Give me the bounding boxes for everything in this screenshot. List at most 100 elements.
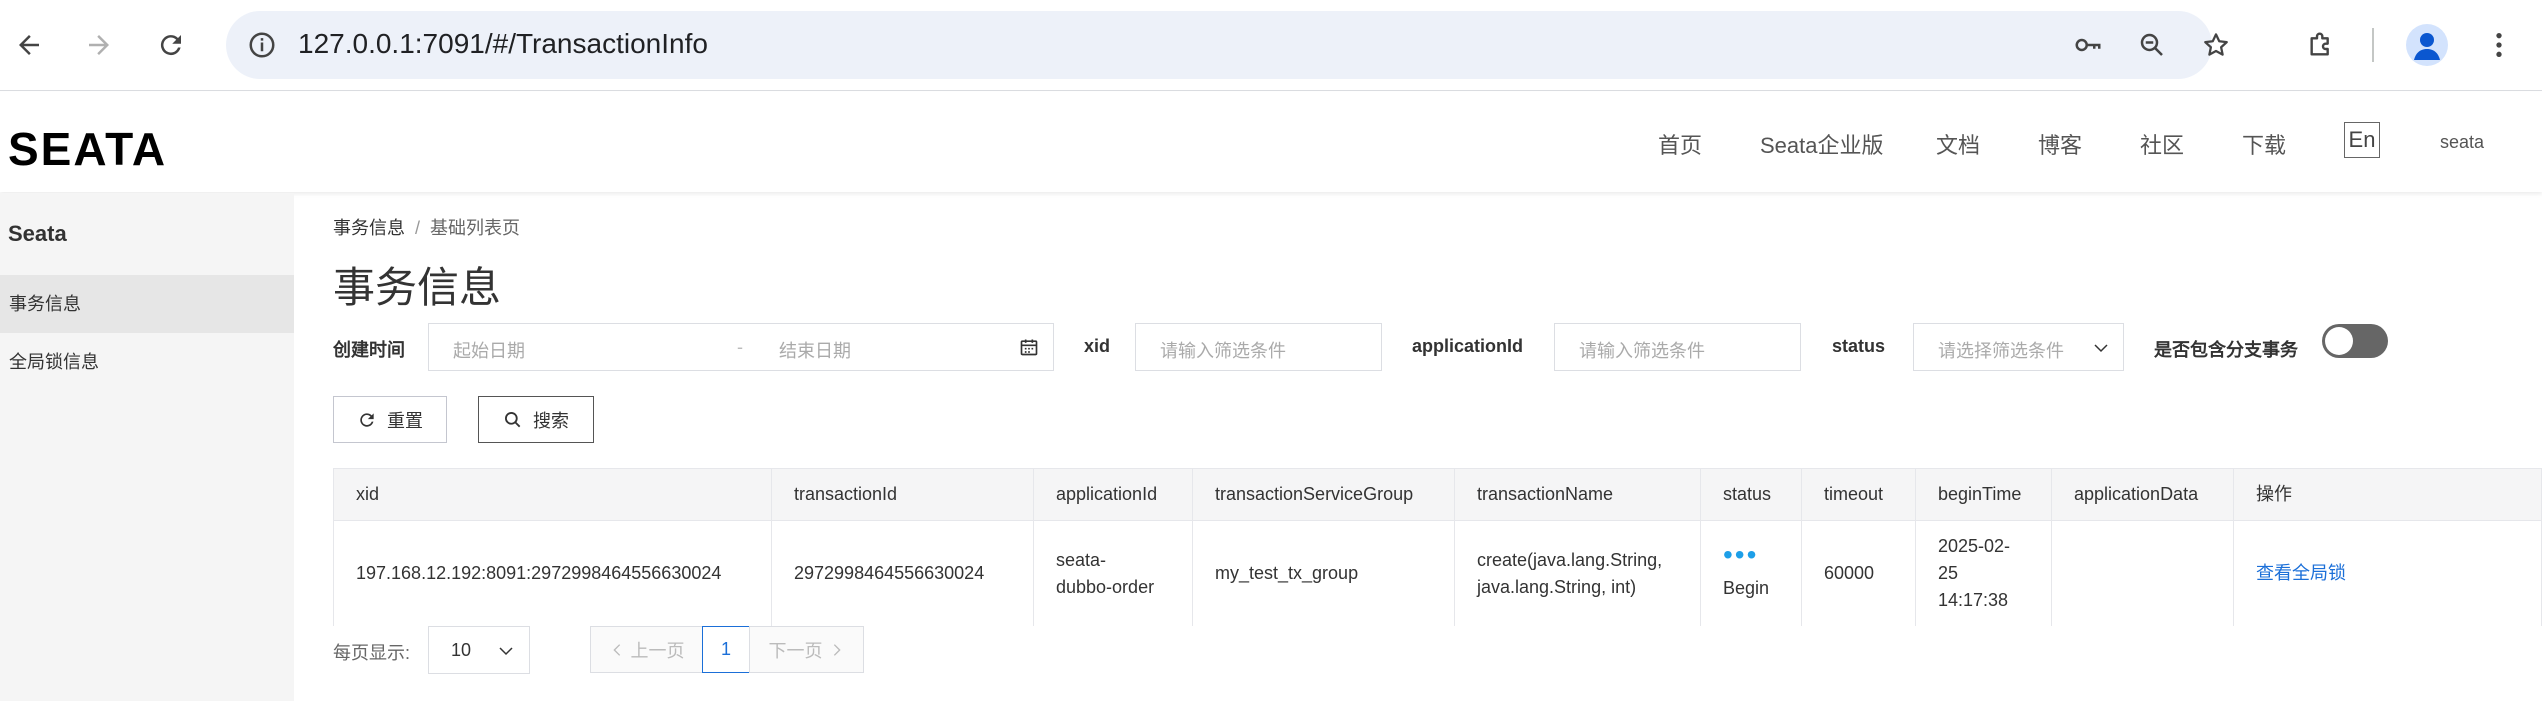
begin-time-line3: 14:17:38 (1938, 590, 2009, 610)
sidebar-title: Seata (8, 221, 67, 246)
extensions-button[interactable] (2298, 22, 2344, 68)
breadcrumb-current: 基础列表页 (430, 218, 521, 238)
nav-enterprise[interactable]: Seata企业版 (1760, 128, 1884, 160)
user-name[interactable]: seata (2440, 132, 2484, 153)
col-action: 操作 (2256, 484, 2292, 504)
puzzle-icon (2310, 32, 2329, 56)
col-status: status (1701, 469, 1802, 520)
page-size-select[interactable]: 10 (428, 626, 530, 674)
application-id-placeholder: 请输入筛选条件 (1579, 341, 1705, 361)
cell-xid: 197.168.12.192:8091:2972998464556630024 (334, 521, 772, 626)
create-time-label: 创建时间 (333, 340, 405, 360)
sidebar: Seata 事务信息 全局锁信息 (0, 193, 294, 701)
page-size-value: 10 (451, 640, 472, 660)
status-indicator-icon: ••• (1723, 539, 1759, 570)
back-button[interactable] (6, 22, 52, 68)
address-bar[interactable]: 127.0.0.1:7091/#/TransactionInfo (226, 11, 2228, 79)
end-date-input[interactable]: 结束日期 (779, 337, 851, 363)
range-separator: - (737, 337, 743, 357)
breadcrumb-parent[interactable]: 事务信息 (333, 218, 405, 238)
sidebar-item-transaction-info[interactable]: 事务信息 (0, 275, 294, 333)
page-title: 事务信息 (333, 264, 502, 311)
application-id-line1: seata- (1056, 549, 1107, 570)
person-icon (2414, 33, 2440, 60)
reset-button[interactable]: 重置 (333, 396, 447, 443)
col-xid: xid (334, 469, 772, 520)
transaction-name-line2: java.lang.String, int) (1477, 576, 1637, 597)
search-button[interactable]: 搜索 (478, 396, 594, 443)
prev-page-label: 上一页 (630, 640, 685, 661)
url-text[interactable]: 127.0.0.1:7091/#/TransactionInfo (298, 28, 708, 60)
col-transaction-id: transactionId (772, 469, 1034, 520)
page-number-current[interactable]: 1 (702, 626, 750, 673)
application-id-line2: dubbo-order (1056, 576, 1155, 597)
seata-logo[interactable]: SEATA (8, 122, 167, 176)
next-page-label: 下一页 (768, 640, 823, 661)
reload-button[interactable] (148, 22, 194, 68)
arrow-left-icon (19, 35, 39, 55)
col-timeout: timeout (1802, 469, 1916, 520)
transaction-name-line1: create(java.lang.String, (1477, 549, 1663, 570)
status-text: Begin (1723, 578, 1770, 598)
search-label: 搜索 (533, 410, 569, 431)
more-vert-icon (2496, 33, 2502, 57)
prev-page-button[interactable]: 上一页 (590, 626, 703, 673)
chevron-left-icon (612, 643, 620, 656)
cell-action: 查看全局锁 (2234, 521, 2542, 626)
sidebar-item-global-lock-info[interactable]: 全局锁信息 (0, 333, 294, 391)
nav-docs[interactable]: 文档 (1936, 128, 1980, 160)
chevron-down-icon (2094, 344, 2108, 353)
zoom-icon[interactable] (2132, 25, 2172, 65)
cell-application-id: seata- dubbo-order (1034, 521, 1193, 626)
reload-icon (160, 35, 181, 56)
transaction-table: xid transactionId applicationId transact… (333, 468, 2542, 626)
status-placeholder: 请选择筛选条件 (1938, 341, 2064, 361)
site-info-icon[interactable] (242, 25, 282, 65)
xid-input[interactable]: 请输入筛选条件 (1135, 323, 1382, 371)
nav-community[interactable]: 社区 (2140, 128, 2184, 160)
chevron-down-icon (499, 647, 513, 656)
bookmark-star-icon[interactable] (2196, 25, 2236, 65)
col-transaction-name: transactionName (1455, 469, 1701, 520)
search-icon (505, 411, 521, 427)
col-application-data: applicationData (2052, 469, 2234, 520)
cell-begin-time: 2025-02- 25 14:17:38 (1916, 521, 2052, 626)
forward-button[interactable] (76, 22, 122, 68)
xid-placeholder: 请输入筛选条件 (1160, 341, 1286, 361)
application-id-input[interactable]: 请输入筛选条件 (1554, 323, 1801, 371)
begin-time-line1: 2025-02- (1938, 536, 2011, 556)
language-toggle[interactable]: En (2344, 122, 2380, 158)
status-label: status (1832, 336, 1886, 356)
next-page-button[interactable]: 下一页 (749, 626, 864, 673)
table-header: xid transactionId applicationId transact… (334, 469, 2541, 521)
table-row: 197.168.12.192:8091:2972998464556630024 … (334, 521, 2541, 626)
include-branch-label: 是否包含分支事务 (2154, 340, 2298, 360)
cell-transaction-id: 2972998464556630024 (772, 521, 1034, 626)
start-date-input[interactable]: 起始日期 (453, 337, 525, 363)
refresh-icon (360, 412, 374, 427)
breadcrumb-separator: / (415, 218, 421, 238)
password-key-icon[interactable] (2068, 25, 2108, 65)
breadcrumb: 事务信息 / 基础列表页 (333, 214, 520, 240)
reset-label: 重置 (387, 410, 423, 431)
nav-blog[interactable]: 博客 (2038, 128, 2082, 160)
view-global-lock-link[interactable]: 查看全局锁 (2256, 560, 2346, 587)
include-branch-toggle[interactable] (2322, 324, 2388, 358)
toggle-knob (2325, 327, 2353, 355)
application-id-label: applicationId (1412, 336, 1524, 356)
date-range-picker[interactable]: 起始日期 - 结束日期 (428, 323, 1054, 371)
arrow-right-icon (89, 35, 109, 55)
xid-label: xid (1084, 336, 1111, 356)
cell-application-data (2052, 521, 2234, 626)
cell-transaction-service-group: my_test_tx_group (1193, 521, 1455, 626)
profile-avatar[interactable] (2406, 24, 2448, 66)
toolbar-divider (2372, 28, 2374, 62)
calendar-icon[interactable] (1019, 337, 1039, 357)
browser-menu-button[interactable] (2476, 22, 2522, 68)
nav-download[interactable]: 下载 (2242, 128, 2286, 160)
status-select[interactable]: 请选择筛选条件 (1913, 323, 2124, 371)
cell-status: ••• Begin (1701, 521, 1802, 626)
begin-time-line2: 25 (1938, 563, 1959, 583)
col-application-id: applicationId (1034, 469, 1193, 520)
nav-home[interactable]: 首页 (1658, 128, 1702, 160)
